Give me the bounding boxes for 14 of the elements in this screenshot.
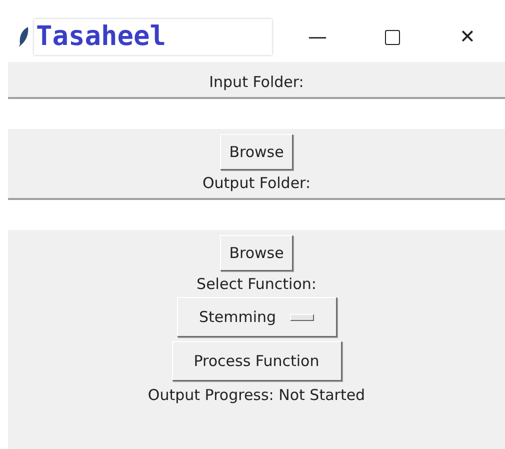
browse-button[interactable]: Browse	[220, 134, 293, 170]
process-function-button[interactable]: Process Function	[172, 341, 342, 381]
function-dropdown[interactable]: Stemming	[176, 297, 336, 337]
output-progress-status: Output Progress: Not Started	[148, 385, 366, 405]
output-folder-label: Output Folder:	[202, 173, 311, 193]
close-button[interactable]: ✕	[430, 15, 505, 59]
output-folder-field[interactable]	[8, 198, 505, 230]
input-folder-field[interactable]	[8, 97, 505, 129]
minimize-button[interactable]: —	[280, 15, 355, 59]
select-function-label: Select Function:	[196, 274, 316, 294]
browse-button[interactable]: Browse	[220, 235, 293, 271]
window-title: Tasaheel	[34, 19, 272, 55]
input-folder-label: Input Folder:	[209, 72, 304, 92]
feather-icon	[18, 26, 30, 48]
